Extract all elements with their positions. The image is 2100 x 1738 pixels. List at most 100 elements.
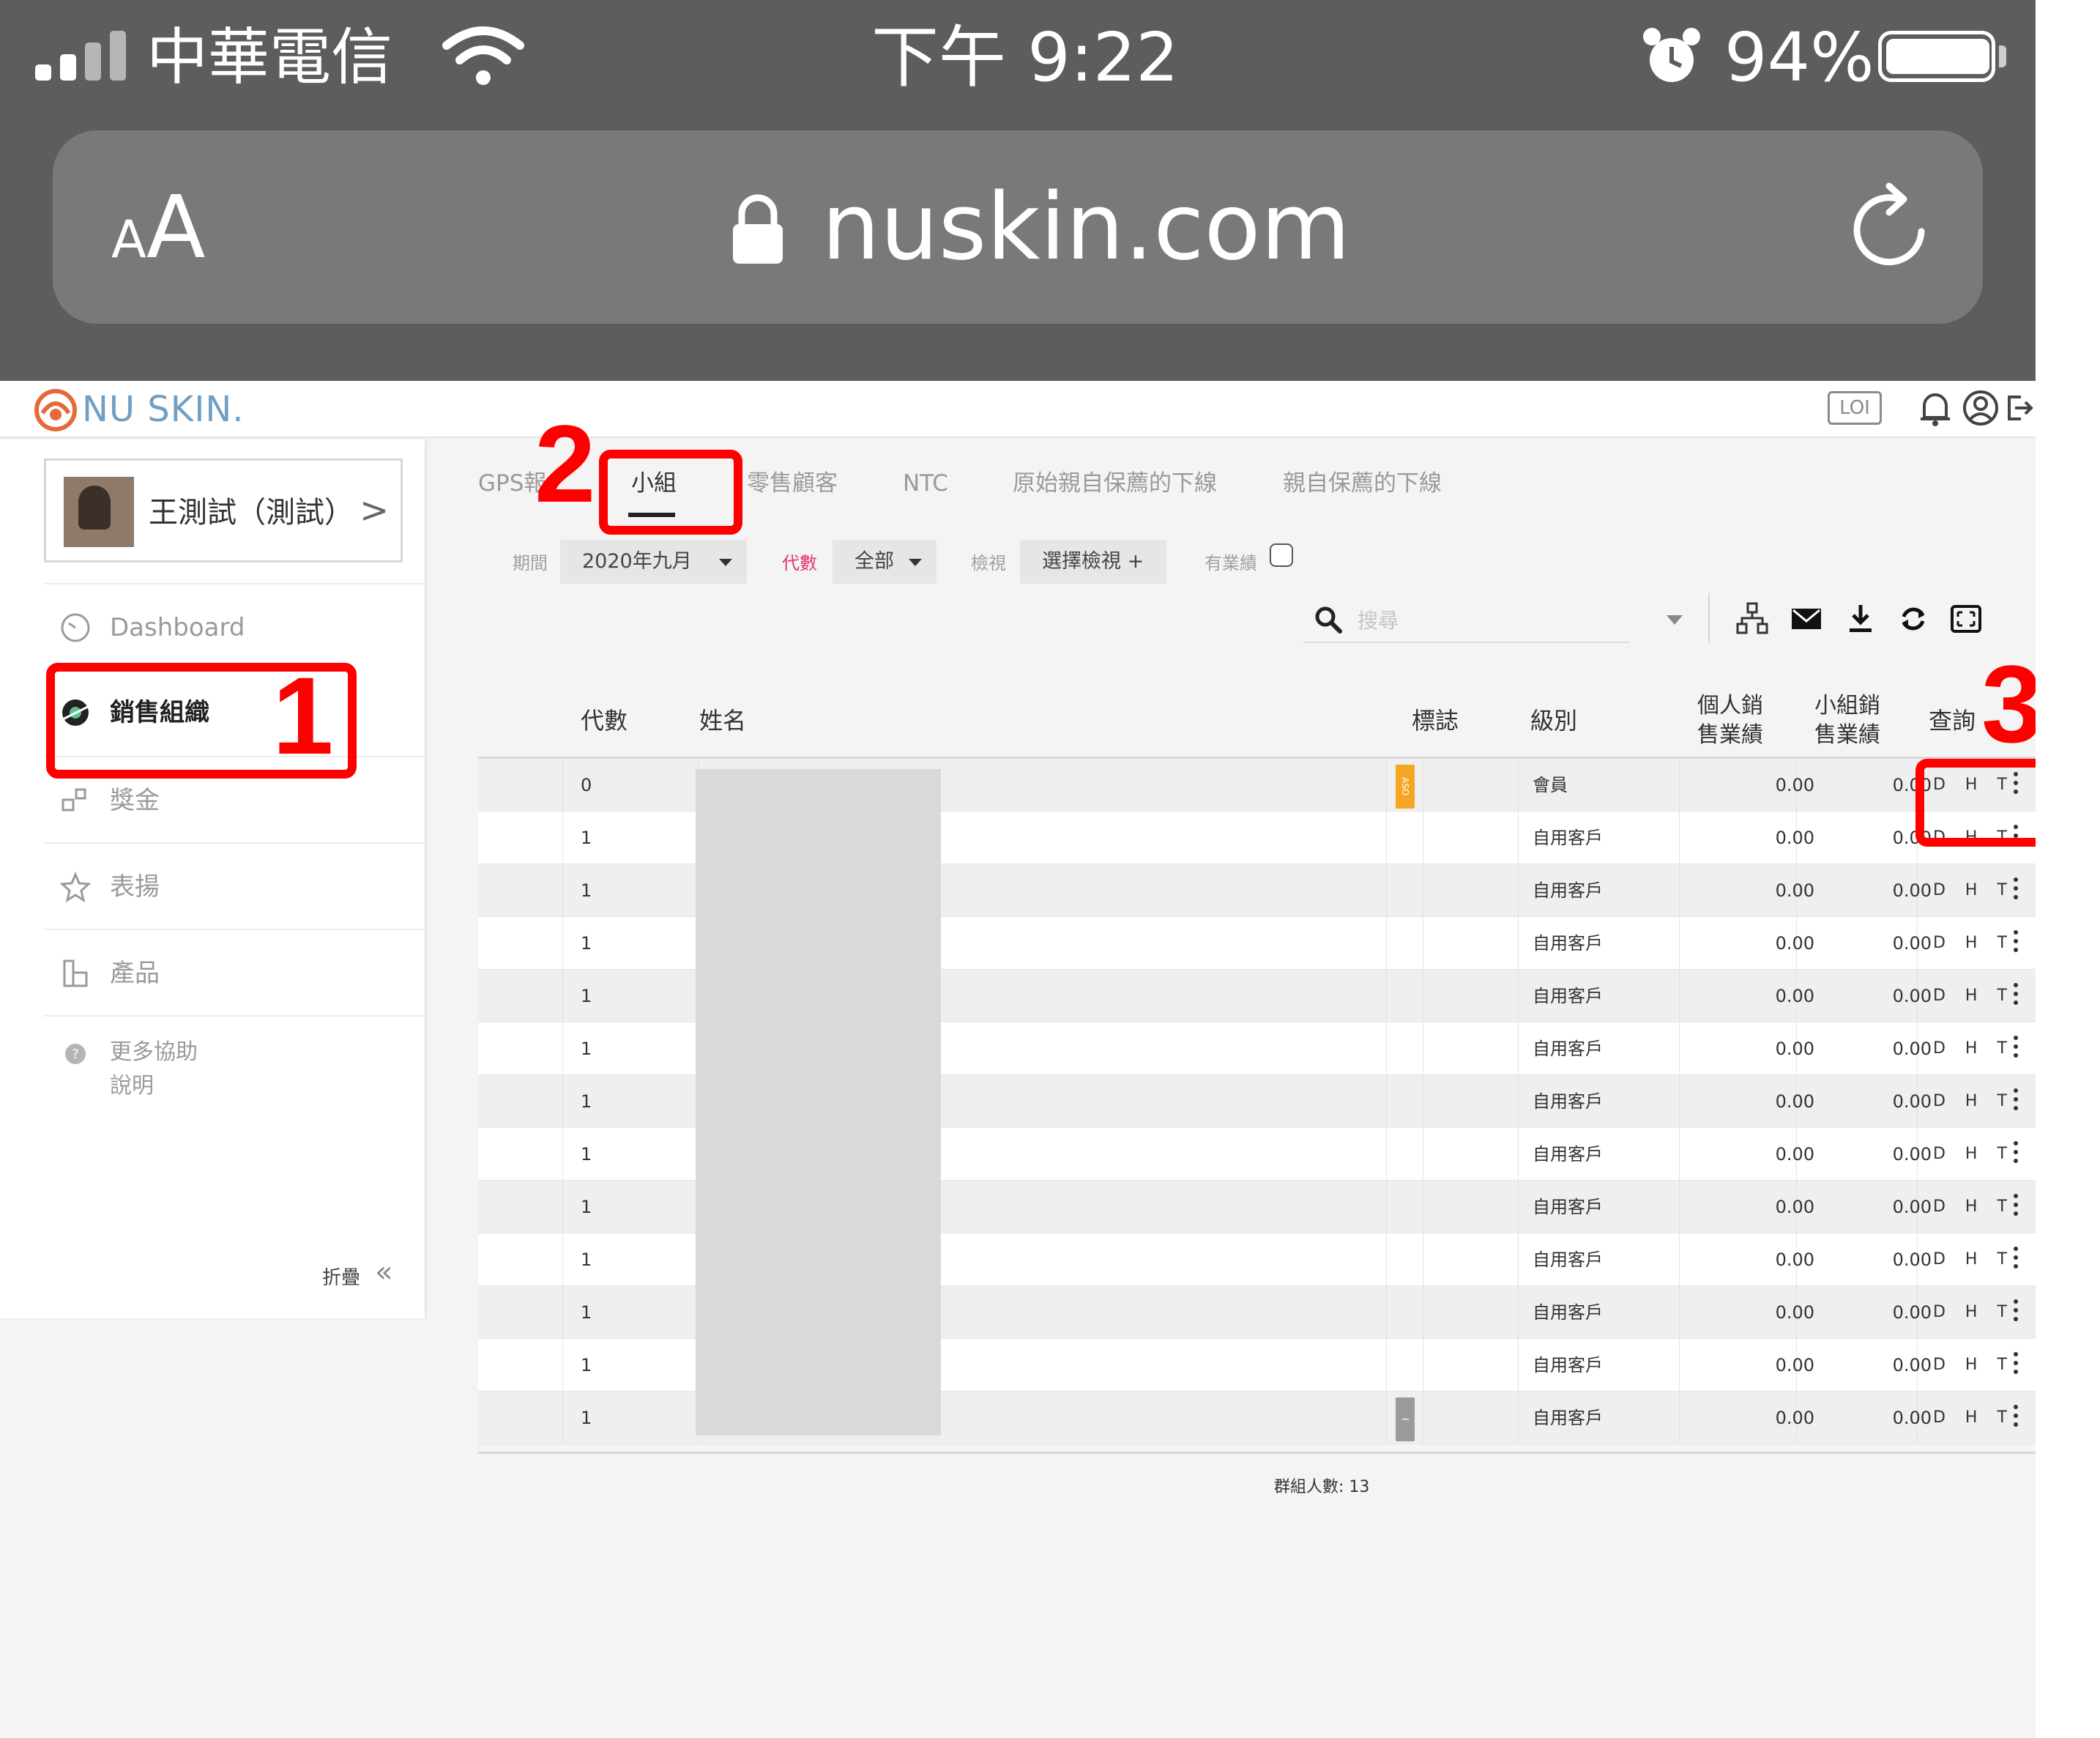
column-header-personal-sales[interactable]: 個人銷 售業績 xyxy=(1697,691,1763,750)
sidebar-item-help[interactable]: ? 更多協助 說明 xyxy=(44,1015,425,1125)
download-icon[interactable] xyxy=(1844,602,1877,636)
profile-card[interactable]: 王測試（測試） > xyxy=(44,458,403,562)
cell-divider xyxy=(1386,1233,1387,1286)
address-bar[interactable]: AA nuskin.com xyxy=(53,130,1983,324)
cell-divider xyxy=(1518,759,1519,812)
search-input[interactable] xyxy=(1356,604,1620,637)
query-links[interactable]: D H T xyxy=(1933,917,2014,970)
generation-cell: 1 xyxy=(581,1197,592,1217)
has-sales-checkbox[interactable] xyxy=(1270,543,1293,567)
logout-icon[interactable] xyxy=(2005,388,2034,428)
query-links[interactable]: D H T xyxy=(1933,1022,2014,1075)
cell-divider xyxy=(562,917,563,970)
generation-cell: 1 xyxy=(581,880,592,901)
more-options-icon[interactable] xyxy=(2014,1141,2019,1167)
cell-divider xyxy=(562,1181,563,1233)
query-links[interactable]: D H T xyxy=(1933,1233,2014,1286)
search-icon xyxy=(1315,606,1342,634)
text-size-button[interactable]: AA xyxy=(111,176,206,305)
star-icon xyxy=(60,872,91,902)
generation-cell: 1 xyxy=(581,933,592,954)
cell-divider xyxy=(1518,812,1519,864)
account-icon[interactable] xyxy=(1961,388,2000,428)
brand-name: NU SKIN. xyxy=(82,389,245,430)
more-options-icon[interactable] xyxy=(2014,1352,2019,1378)
personal-sales-cell: 0.00 xyxy=(1775,1355,1814,1375)
fullscreen-icon[interactable] xyxy=(1949,602,1983,636)
query-links[interactable]: D H T xyxy=(1933,1181,2014,1233)
cell-divider xyxy=(1518,1286,1519,1339)
more-options-icon[interactable] xyxy=(2014,983,2019,1009)
group-sales-cell: 0.00 xyxy=(1892,1408,1932,1428)
column-header-generation[interactable]: 代數 xyxy=(581,705,628,737)
level-cell: 自用客戶 xyxy=(1533,1302,1603,1323)
column-header-flag[interactable]: 標誌 xyxy=(1412,705,1459,737)
sidebar-item-dashboard[interactable]: Dashboard xyxy=(44,583,425,669)
refresh-icon[interactable] xyxy=(1896,602,1930,636)
more-options-icon[interactable] xyxy=(2014,1088,2019,1115)
cell-divider xyxy=(562,970,563,1022)
collapse-arrows-icon[interactable]: « xyxy=(375,1255,392,1289)
view-select[interactable]: 選擇檢視 + xyxy=(1020,540,1166,584)
more-options-icon[interactable] xyxy=(2014,877,2019,904)
bell-icon[interactable] xyxy=(1917,388,1954,428)
personal-sales-cell: 0.00 xyxy=(1775,1039,1814,1059)
generation-select[interactable]: 全部 xyxy=(833,540,937,584)
sidebar: 王測試（測試） > Dashboard 銷售組織 獎金 表揚 產品 ? 更多協助… xyxy=(0,439,425,1318)
generation-cell: 1 xyxy=(581,1249,592,1270)
reload-icon[interactable] xyxy=(1839,176,1942,278)
cell-divider xyxy=(1679,812,1680,864)
more-options-icon[interactable] xyxy=(2014,1194,2019,1220)
tab-original-personally-sponsored[interactable]: 原始親自保薦的下線 xyxy=(1013,469,1217,498)
email-icon[interactable] xyxy=(1790,602,1823,636)
column-header-name[interactable]: 姓名 xyxy=(699,705,746,737)
query-links[interactable]: D H T xyxy=(1933,1339,2014,1392)
more-options-icon[interactable] xyxy=(2014,1405,2019,1431)
annotation-number-3: 3 xyxy=(1981,642,2043,765)
query-links[interactable]: D H T xyxy=(1933,864,2014,917)
more-options-icon[interactable] xyxy=(2014,1036,2019,1062)
tab-ntc[interactable]: NTC xyxy=(903,469,948,498)
column-header-level[interactable]: 級別 xyxy=(1530,705,1577,737)
query-links[interactable]: D H T xyxy=(1933,1075,2014,1128)
tab-retail-customers[interactable]: 零售顧客 xyxy=(747,469,838,498)
cell-divider xyxy=(1518,1181,1519,1233)
collapse-label[interactable]: 折疊 xyxy=(322,1263,360,1290)
search-box[interactable] xyxy=(1303,598,1629,643)
sidebar-item-sublabel: 說明 xyxy=(110,1073,154,1099)
more-options-icon[interactable] xyxy=(2014,1247,2019,1273)
redacted-names xyxy=(696,769,941,1436)
cell-divider xyxy=(1518,970,1519,1022)
group-sales-cell: 0.00 xyxy=(1892,1091,1932,1112)
annotation-number-2: 2 xyxy=(535,402,596,525)
personal-sales-cell: 0.00 xyxy=(1775,1197,1814,1217)
group-sales-cell: 0.00 xyxy=(1892,1197,1932,1217)
cell-divider xyxy=(1386,1286,1387,1339)
cell-divider xyxy=(562,1075,563,1128)
tab-personally-sponsored[interactable]: 親自保薦的下線 xyxy=(1283,469,1442,498)
gauge-icon xyxy=(61,613,90,642)
query-links[interactable]: D H T xyxy=(1933,1286,2014,1339)
more-options-icon[interactable] xyxy=(2014,930,2019,957)
column-header-group-sales[interactable]: 小組銷 售業績 xyxy=(1814,691,1880,750)
tree-view-icon[interactable] xyxy=(1735,602,1769,636)
query-links[interactable]: D H T xyxy=(1933,1392,2014,1444)
period-select[interactable]: 2020年九月 xyxy=(560,540,747,584)
level-cell: 自用客戶 xyxy=(1533,1355,1603,1375)
personal-sales-cell: 0.00 xyxy=(1775,1091,1814,1112)
cell-divider xyxy=(1679,1392,1680,1444)
level-cell: 自用客戶 xyxy=(1533,1144,1603,1165)
annotation-box-2 xyxy=(599,450,742,535)
column-header-query[interactable]: 查詢 xyxy=(1929,705,1976,737)
annotation-number-1: 1 xyxy=(272,654,334,777)
more-options-icon[interactable] xyxy=(2014,1299,2019,1326)
flag-badge: ASO xyxy=(1396,765,1415,809)
search-dropdown-icon[interactable] xyxy=(1667,615,1683,625)
view-label: 檢視 xyxy=(971,553,1006,573)
sidebar-item-products[interactable]: 產品 xyxy=(44,929,425,1015)
query-links[interactable]: D H T xyxy=(1933,970,2014,1022)
lo-badge[interactable]: LOI xyxy=(1828,391,1882,425)
sidebar-item-recognition[interactable]: 表揚 xyxy=(44,842,425,929)
cell-divider xyxy=(1386,1181,1387,1233)
query-links[interactable]: D H T xyxy=(1933,1128,2014,1181)
